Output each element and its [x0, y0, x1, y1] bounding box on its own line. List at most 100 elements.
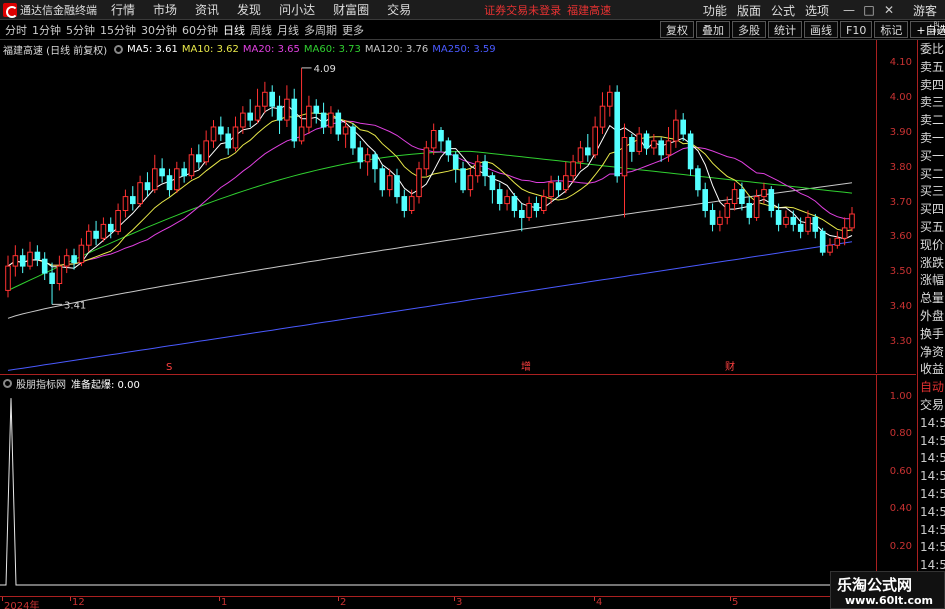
candle-down — [225, 133, 231, 149]
candle-up — [783, 216, 789, 225]
price-tick: 3.40 — [889, 300, 912, 312]
indicator-svg[interactable] — [0, 375, 876, 597]
menu-quotes[interactable]: 行情 — [111, 1, 135, 18]
candle-up — [827, 244, 833, 253]
price-tick: 3.30 — [889, 335, 912, 347]
candle-down — [790, 216, 797, 225]
quote-label: 总量 — [920, 291, 945, 306]
candle-up — [152, 168, 158, 191]
event-marker: 增 — [521, 360, 531, 373]
low-label: 3.41 — [64, 300, 86, 311]
menu-discover[interactable]: 发现 — [237, 1, 261, 18]
candle-down — [658, 140, 665, 156]
maximize-icon[interactable]: □ — [859, 3, 879, 17]
overlay-button[interactable]: 叠加 — [696, 21, 730, 38]
date-tick: 1 — [221, 597, 228, 608]
guest-label[interactable]: 游客 — [913, 2, 937, 19]
multi-stock-button[interactable]: 多股 — [732, 21, 766, 38]
quote-label: 净资 — [920, 344, 945, 359]
candle-down — [401, 196, 408, 212]
candle-up — [548, 182, 554, 198]
statistics-button[interactable]: 统计 — [768, 21, 802, 38]
candle-down — [511, 196, 518, 212]
ma250-value: MA250: 3.59 — [432, 43, 496, 55]
menu-market[interactable]: 市场 — [153, 1, 177, 18]
indicator-chart[interactable] — [0, 374, 876, 596]
tick-time: 14:56 — [920, 451, 945, 466]
price-axis: 4.10 4.00 3.90 3.80 3.70 3.60 3.50 3.40 3.30 — [876, 40, 916, 373]
candle-down — [819, 230, 826, 253]
candle-up — [607, 91, 613, 107]
kline-chart[interactable]: 4.09 3.41 S 增 财 — [0, 40, 876, 373]
f10-button[interactable]: F10 — [840, 21, 873, 38]
date-tick: 4 — [596, 597, 603, 608]
kline-svg[interactable]: 4.09 3.41 S 增 财 — [0, 40, 876, 373]
minimize-icon[interactable]: — — [839, 3, 859, 17]
high-label: 4.09 — [314, 64, 336, 75]
adjust-button[interactable]: 复权 — [660, 21, 694, 38]
candle-down — [108, 223, 114, 232]
candle-down — [93, 230, 99, 239]
period-more[interactable]: 更多 — [342, 22, 364, 38]
price-tick: 4.00 — [889, 92, 912, 104]
candle-down — [291, 98, 298, 142]
period-1min[interactable]: 1分钟 — [32, 22, 61, 38]
candle-up — [174, 168, 180, 191]
menu-options[interactable]: 选项 — [805, 2, 829, 19]
period-5min[interactable]: 5分钟 — [66, 22, 95, 38]
ma20-line — [7, 120, 853, 267]
quote-label: 现价 — [920, 237, 945, 252]
indicator-tick: 0.80 — [889, 428, 912, 440]
auto-label[interactable]: 自动 — [918, 378, 945, 396]
ma120-value: MA120: 3.76 — [364, 43, 429, 55]
draw-line-button[interactable]: 画线 — [804, 21, 838, 38]
current-stock-name: 福建高速 — [567, 3, 612, 17]
menu-formula[interactable]: 公式 — [771, 2, 795, 19]
menu-ask[interactable]: 问小达 — [279, 1, 315, 18]
candle-down — [629, 137, 635, 152]
date-tick: 3 — [456, 597, 463, 608]
period-intraday[interactable]: 分时 — [5, 22, 27, 38]
menu-wealth[interactable]: 财富圈 — [333, 1, 369, 18]
candle-up — [232, 126, 239, 149]
candle-down — [218, 126, 224, 135]
period-monthly[interactable]: 月线 — [277, 22, 299, 38]
corner-text-2: 1000 — [928, 28, 945, 35]
candle-up — [849, 213, 855, 229]
period-30min[interactable]: 30分钟 — [141, 22, 177, 38]
candle-up — [27, 251, 33, 267]
period-weekly[interactable]: 周线 — [250, 22, 272, 38]
candle-down — [181, 168, 187, 177]
candle-down — [34, 251, 41, 260]
menu-news[interactable]: 资讯 — [195, 1, 219, 18]
candle-up — [63, 255, 70, 267]
watermark: 乐淘公式网 www.60lt.com — [830, 571, 945, 609]
candle-up — [651, 140, 657, 149]
menu-trade[interactable]: 交易 — [387, 1, 411, 18]
candle-down — [687, 133, 694, 170]
candle-down — [438, 130, 444, 142]
ma60-value: MA60: 3.73 — [303, 43, 361, 55]
period-60min[interactable]: 60分钟 — [182, 22, 218, 38]
close-icon[interactable]: ✕ — [879, 3, 899, 17]
settings-gear-icon[interactable] — [114, 44, 124, 54]
period-multi[interactable]: 多周期 — [304, 22, 337, 38]
candle-down — [372, 154, 378, 170]
indicator-gear-icon[interactable] — [3, 379, 12, 388]
date-tick: 2 — [340, 597, 347, 608]
trade-label[interactable]: 交易 — [918, 396, 945, 414]
period-15min[interactable]: 15分钟 — [100, 22, 136, 38]
period-daily[interactable]: 日线 — [223, 22, 245, 38]
menu-functions[interactable]: 功能 — [703, 2, 727, 19]
function-buttons: 复权 叠加 多股 统计 画线 F10 标记 +自选 — [660, 21, 945, 40]
chart-info-line: 福建高速 (日线 前复权) MA5: 3.61 MA10: 3.62 MA20:… — [3, 42, 500, 57]
mark-button[interactable]: 标记 — [874, 21, 909, 38]
candle-up — [86, 230, 92, 246]
candle-down — [680, 119, 687, 135]
indicator-value: 准备起爆: 0.00 — [71, 380, 140, 391]
quote-label: 卖二 — [920, 113, 945, 128]
menu-layout[interactable]: 版面 — [737, 2, 761, 19]
login-status[interactable]: 证券交易未登录 — [484, 2, 561, 18]
candle-down — [166, 175, 173, 191]
candle-down — [775, 210, 782, 225]
